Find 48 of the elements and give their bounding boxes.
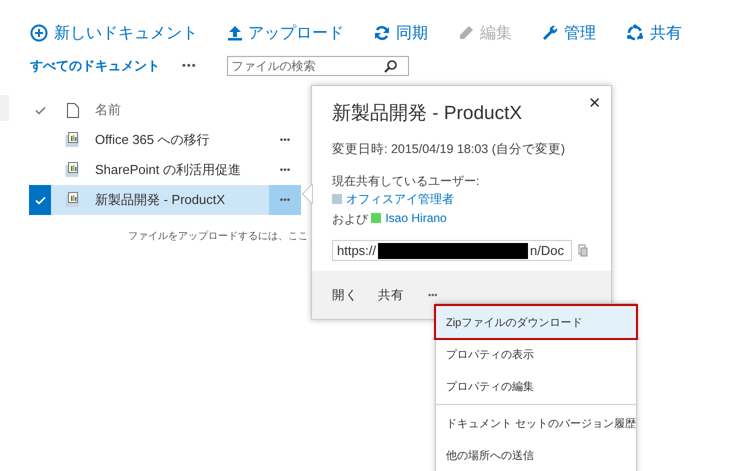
url-field[interactable]: https:// n/Doc [332, 240, 572, 261]
pencil-icon [458, 25, 474, 41]
toolbar-button[interactable]: 共有 [626, 22, 682, 44]
more-button[interactable]: ••• [269, 185, 301, 215]
shared-label: 現在共有しているユーザー: [332, 174, 480, 188]
menu-item[interactable]: プロパティの編集 [436, 370, 636, 402]
file-name[interactable]: 新製品開発 - ProductX [95, 191, 269, 209]
document-set-icon [65, 132, 81, 148]
callout-title: 新製品開発 - ProductX [332, 102, 524, 126]
menu-item[interactable]: ドキュメント セットのバージョン履歴 [436, 407, 636, 439]
wrench-icon [542, 25, 558, 41]
document-set-icon [65, 162, 81, 178]
file-row[interactable]: 新製品開発 - ProductX ••• [29, 185, 301, 215]
modified-text: 変更日時: 2015/04/19 18:03 (自分で変更) [332, 141, 566, 158]
upload-icon [228, 25, 242, 41]
more-button[interactable]: ••• [269, 155, 301, 185]
file-name[interactable]: Office 365 への移行 [95, 131, 269, 149]
user-link[interactable]: オフィスアイ管理者 [332, 190, 454, 208]
more-button[interactable]: ••• [182, 60, 197, 72]
copy-icon[interactable] [578, 244, 588, 257]
toolbar-button[interactable]: 管理 [542, 22, 596, 44]
file-row[interactable]: Office 365 への移行 ••• [29, 125, 301, 155]
menu-item[interactable]: プロパティの表示 [436, 338, 636, 370]
plus-circle-icon [30, 24, 48, 42]
search-icon [384, 60, 397, 73]
share-icon [626, 24, 644, 42]
toolbar-button[interactable]: 新しいドキュメント [30, 22, 198, 44]
more-button[interactable]: ••• [269, 125, 301, 155]
menu-item[interactable]: 他の場所への送信 [436, 439, 636, 471]
action-link[interactable]: 共有 [378, 286, 424, 304]
toolbar-button[interactable]: 同期 [374, 22, 428, 44]
more-button[interactable]: ••• [424, 290, 458, 300]
file-row[interactable]: SharePoint の利活用促進 ••• [29, 155, 301, 185]
check-icon[interactable] [34, 106, 46, 114]
view-link[interactable]: すべてのドキュメント [30, 57, 160, 75]
action-link[interactable]: 開く [332, 286, 378, 304]
menu-item[interactable]: Zipファイルのダウンロード [436, 306, 636, 338]
document-icon [67, 102, 79, 118]
toolbar-button[interactable]: アップロード [228, 22, 344, 44]
user-link[interactable]: Isao Hirano [371, 209, 447, 227]
sync-icon [374, 25, 390, 41]
file-name[interactable]: SharePoint の利活用促進 [95, 161, 269, 179]
search-field[interactable]: ファイルの検索 [226, 56, 409, 76]
empty-hint: ファイルをアップロードするには、ここ [128, 230, 308, 243]
column-header[interactable]: 名前 [95, 101, 121, 119]
document-set-icon [65, 192, 81, 208]
and-text: および [332, 212, 368, 226]
close-button[interactable]: ✕ [588, 94, 601, 112]
